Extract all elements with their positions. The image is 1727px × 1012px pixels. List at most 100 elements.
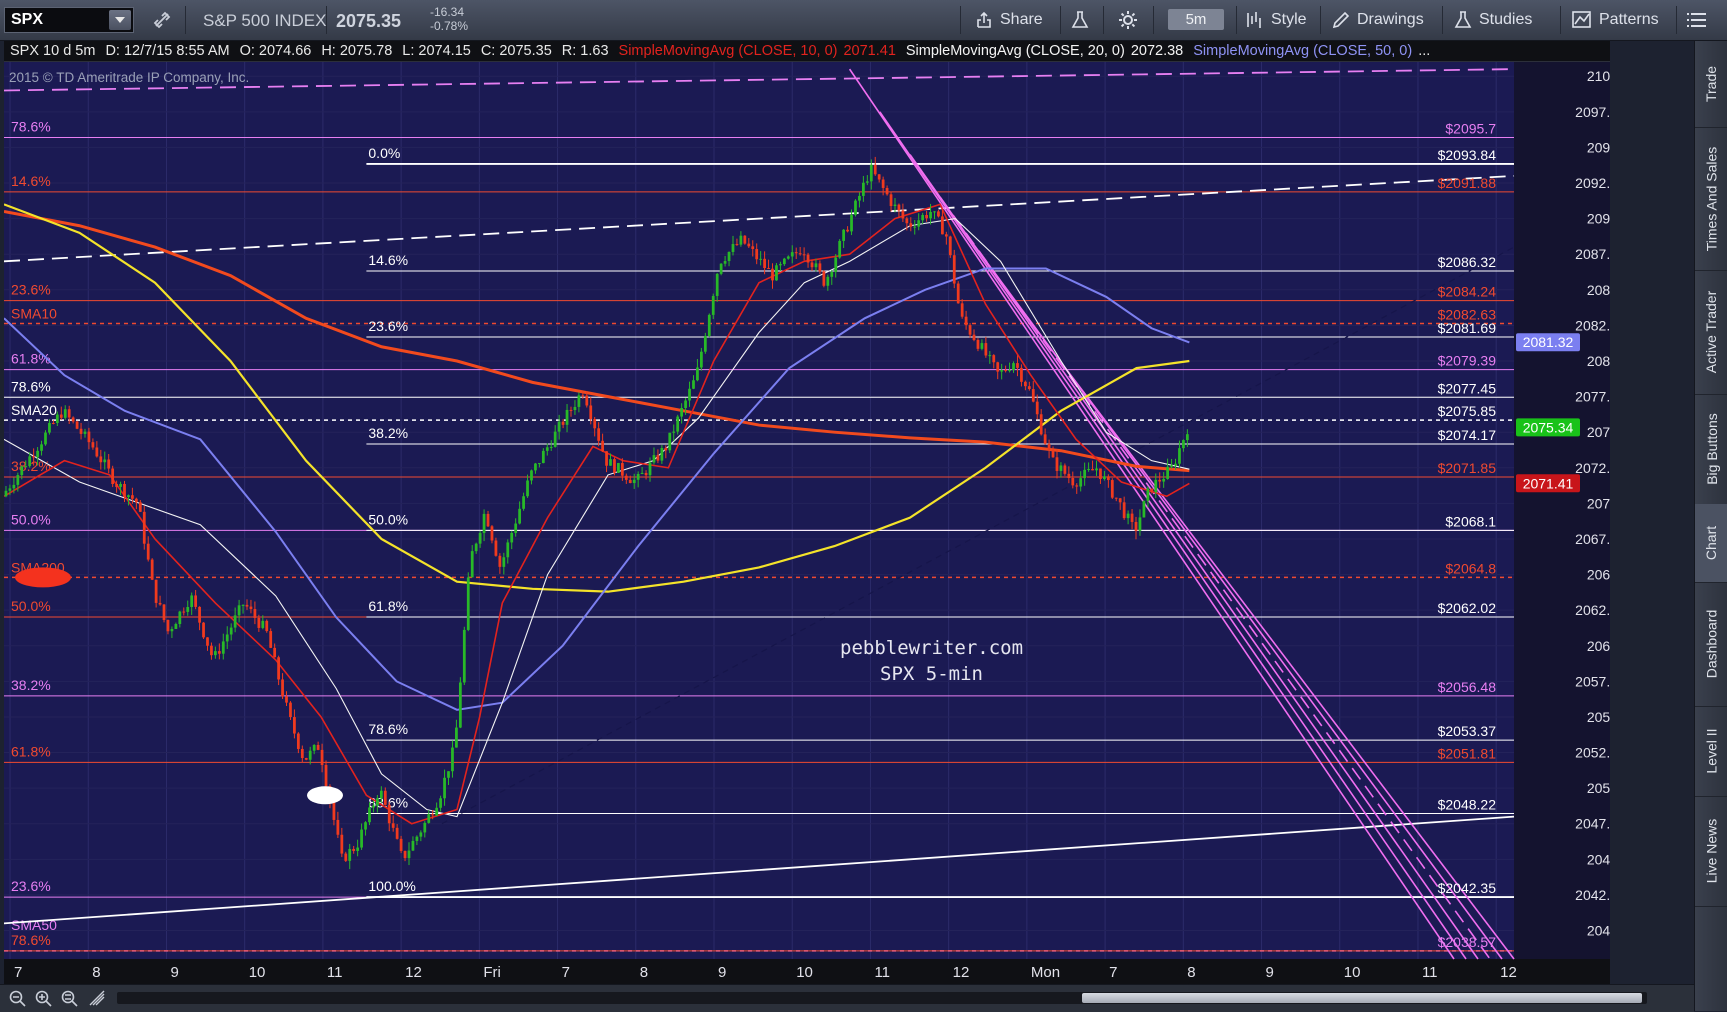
candle-body: [368, 807, 371, 823]
share-icon: [977, 11, 991, 28]
y-tick-label: 2090: [1587, 211, 1610, 227]
candle-body: [553, 431, 557, 447]
candle-body: [257, 617, 261, 628]
candle-body: [838, 240, 842, 258]
fib-label-left: 14.6%: [11, 173, 51, 189]
drawings-button[interactable]: Drawings: [1331, 7, 1424, 33]
price-level-label: $2077.45: [1438, 380, 1497, 396]
flask-button[interactable]: [1071, 7, 1095, 33]
plot-background: [4, 62, 1514, 959]
candle-body: [237, 605, 241, 616]
sidebar-tab-active-trader[interactable]: Active Trader: [1695, 270, 1727, 395]
candle-body: [522, 496, 525, 509]
sidebar-tab-level-ii[interactable]: Level II: [1695, 706, 1727, 797]
candle-body: [822, 271, 826, 286]
info-ellipsis: ...: [1418, 43, 1431, 59]
settings-button[interactable]: [1118, 7, 1144, 33]
symbol-input[interactable]: SPX: [4, 7, 134, 33]
zoom-in-icon[interactable]: [34, 989, 52, 1007]
candle-body: [589, 405, 593, 420]
candle-body: [727, 251, 731, 262]
sidebar-tab-live-news[interactable]: Live News: [1695, 796, 1727, 907]
sidebar-tab-big-buttons[interactable]: Big Buttons: [1695, 394, 1727, 505]
sidebar-tab-label: Chart: [1703, 525, 1720, 561]
candle-body: [146, 543, 150, 560]
symbol-dropdown-button[interactable]: [109, 10, 131, 30]
share-button[interactable]: Share: [976, 7, 1043, 33]
flask-studies-icon: [1454, 11, 1472, 28]
x-tick-label: 7: [14, 964, 22, 981]
time-scrollbar[interactable]: [117, 992, 1647, 1004]
candle-body: [798, 253, 802, 255]
zoom-out-icon[interactable]: [8, 989, 26, 1007]
x-tick-label: Mon: [1031, 964, 1060, 981]
candle-body: [636, 473, 640, 480]
instrument-name: S&P 500 INDEX: [203, 11, 327, 30]
candle-body: [1130, 513, 1134, 522]
candle-body: [273, 647, 277, 658]
sidebar-tab-times-and-sales[interactable]: Times And Sales: [1695, 127, 1727, 271]
candle-body: [549, 446, 553, 448]
menu-button[interactable]: [1686, 7, 1714, 33]
drag-icon[interactable]: [88, 989, 106, 1007]
style-button[interactable]: Style: [1245, 7, 1307, 33]
scrollbar-thumb[interactable]: [1082, 993, 1642, 1003]
link-icon[interactable]: [152, 7, 178, 33]
candle-body: [498, 555, 502, 567]
candle-body: [1185, 434, 1189, 441]
interval-button[interactable]: 5m: [1168, 9, 1224, 30]
candle-body: [577, 395, 581, 407]
y-tick-label: 2065: [1587, 567, 1610, 583]
candle-body: [320, 749, 324, 766]
candle-body: [423, 822, 427, 833]
sidebar-tab-chart[interactable]: Chart: [1695, 504, 1727, 583]
fib-label-main: 14.6%: [368, 252, 408, 268]
candle-body: [826, 276, 830, 286]
candle-body: [956, 283, 960, 304]
candle-body: [391, 823, 395, 828]
price-level-label: $2081.69: [1438, 320, 1497, 336]
candle-body: [628, 479, 632, 484]
candle-body: [743, 235, 747, 244]
candle-body: [1178, 448, 1181, 464]
candle-body: [565, 409, 569, 425]
candle-body: [253, 609, 257, 618]
candle-body: [111, 468, 115, 485]
sidebar-tab-dashboard[interactable]: Dashboard: [1695, 582, 1727, 707]
candle-body: [672, 431, 676, 433]
candle-body: [170, 629, 174, 632]
y-tick-label: 2047.5: [1575, 816, 1610, 832]
patterns-button[interactable]: Patterns: [1571, 7, 1659, 33]
candle-body: [1083, 469, 1087, 479]
candle-body: [36, 450, 39, 458]
candle-body: [134, 498, 138, 503]
chart-area[interactable]: 7 8 9 10 11 12 Fri 7 8 9 10 11 12 Mon 7 8 9 10 11 12 2040 204…: [4, 41, 1610, 984]
candle-body: [142, 511, 146, 544]
candle-body: [944, 234, 948, 237]
candle-body: [40, 444, 43, 451]
candle-body: [1162, 478, 1166, 482]
candle-body: [775, 265, 778, 281]
symbol-text: SPX: [11, 11, 44, 28]
candle-body: [372, 805, 375, 808]
candle-body: [285, 696, 288, 703]
study-info-bar: SPX 10 d 5m D: 12/7/15 8:55 AM O: 2074.66 H…: [4, 41, 1610, 62]
candle-body: [873, 164, 877, 175]
studies-button[interactable]: Studies: [1453, 7, 1532, 33]
sidebar-tab-label: Level II: [1703, 728, 1720, 774]
candle-body: [1031, 389, 1035, 402]
price-change: -16.34 -0.78%: [430, 5, 468, 33]
candle-body: [439, 798, 442, 808]
candle-body: [482, 513, 486, 534]
candle-body: [28, 456, 32, 467]
sma20-value: 2072.38: [1130, 43, 1184, 59]
price-chart[interactable]: 7 8 9 10 11 12 Fri 7 8 9 10 11 12 Mon 7 8 9 10 11 12 2040 204…: [4, 41, 1610, 984]
candle-body: [1091, 468, 1094, 471]
studies-label: Studies: [1479, 11, 1533, 28]
x-tick-label: 9: [170, 964, 178, 981]
fib-label-main: 100.0%: [368, 878, 415, 894]
zoom-fit-icon[interactable]: [60, 989, 78, 1007]
candle-body: [755, 249, 759, 260]
share-label: Share: [1000, 11, 1043, 28]
sidebar-tab-trade[interactable]: Trade: [1695, 41, 1727, 128]
